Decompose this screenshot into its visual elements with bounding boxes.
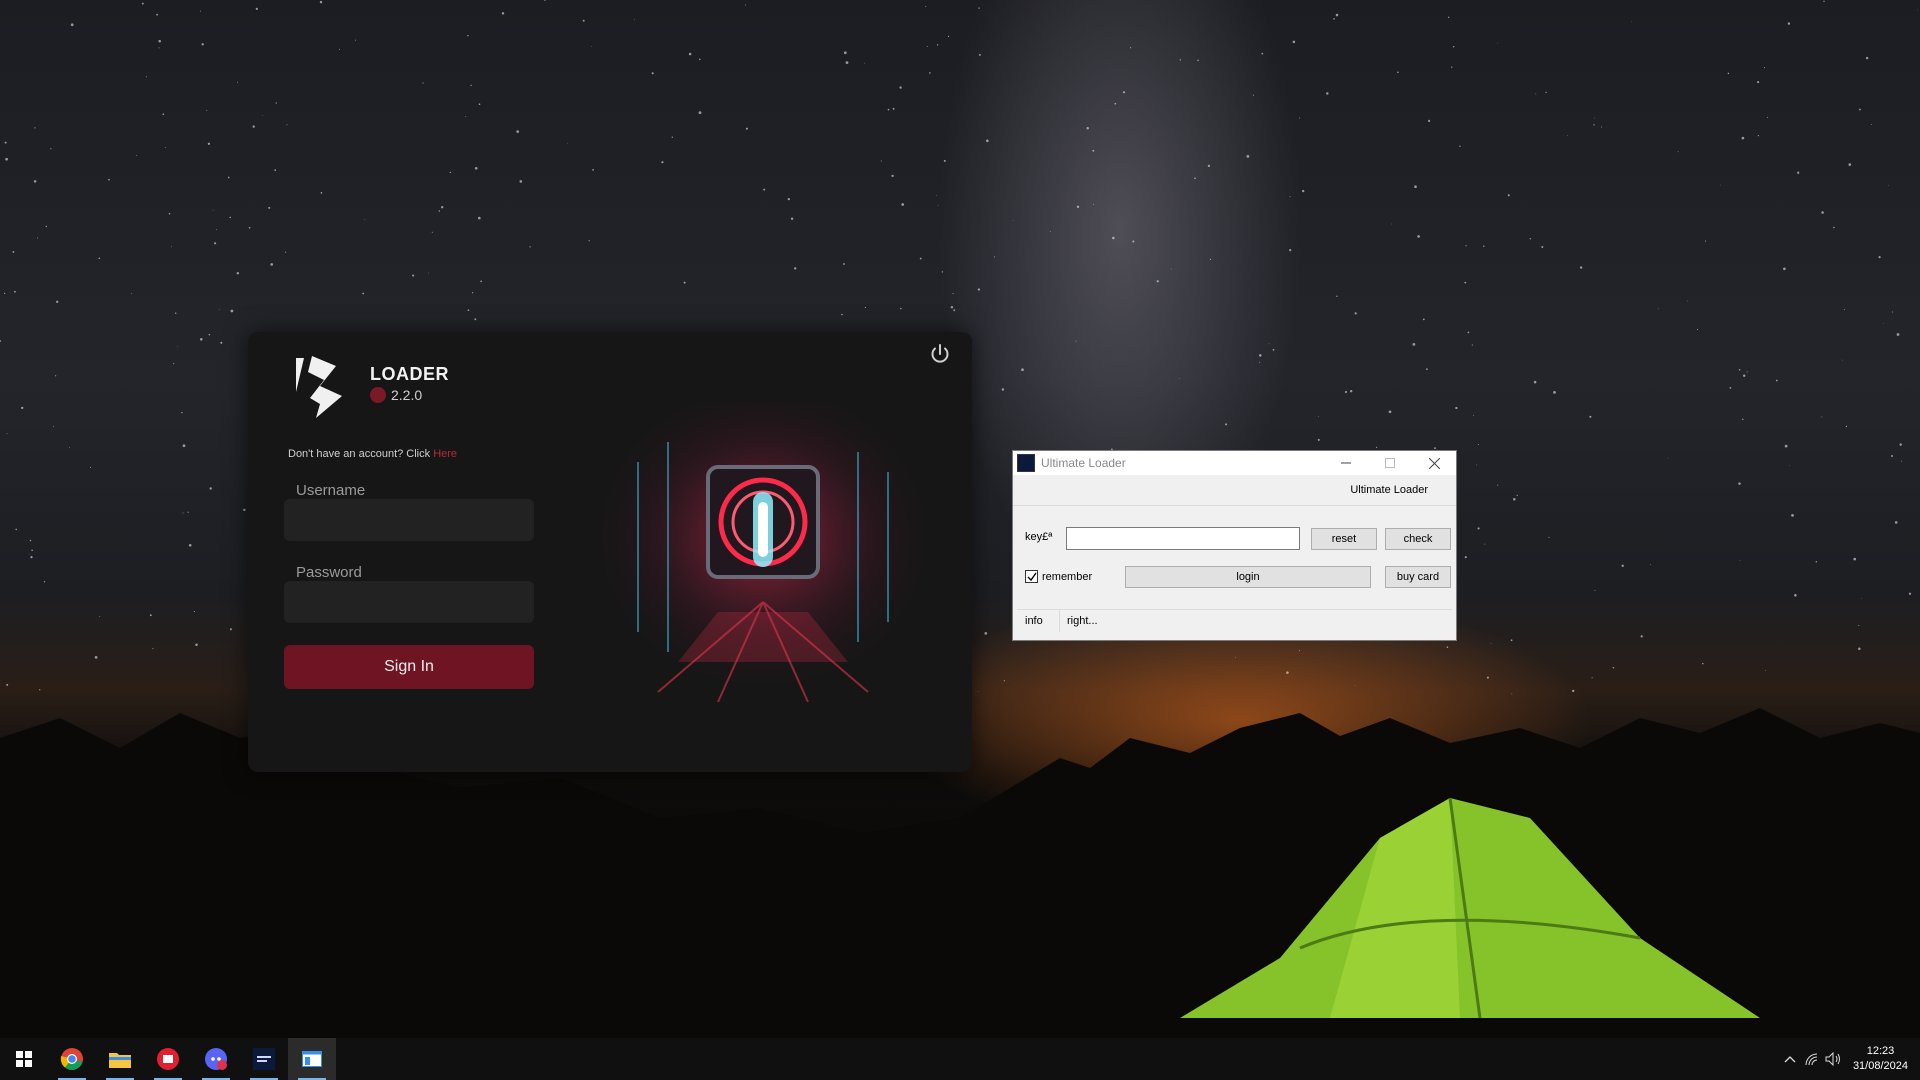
username-input[interactable] [284, 499, 534, 541]
password-label: Password [296, 564, 362, 581]
clock-time: 12:23 [1866, 1045, 1895, 1057]
account-prompt-text: Don't have an account? Click [288, 448, 431, 460]
buy-card-button[interactable]: buy card [1385, 566, 1451, 588]
minimize-button[interactable] [1324, 451, 1368, 475]
password-input[interactable] [284, 581, 534, 623]
clock-date: 31/08/2024 [1852, 1060, 1908, 1072]
sign-in-button[interactable]: Sign In [284, 645, 534, 689]
version-row: 2.2.0 [370, 387, 449, 403]
version-label: 2.2.0 [391, 387, 423, 403]
checkmark-icon [1027, 572, 1037, 581]
loader-title: LOADER [370, 364, 449, 384]
volume-icon[interactable] [1823, 1038, 1845, 1080]
remember-checkbox[interactable] [1025, 570, 1038, 583]
discord-icon [205, 1048, 227, 1070]
status-bar: info right... [1017, 609, 1452, 634]
maximize-icon [1385, 458, 1395, 468]
taskbar-active-window[interactable] [288, 1038, 336, 1080]
header-row: Ultimate Loader [1013, 475, 1456, 506]
windows-start-icon [16, 1051, 32, 1067]
title-bar[interactable]: Ultimate Loader [1013, 451, 1456, 475]
check-button[interactable]: check [1385, 528, 1451, 550]
login-button[interactable]: login [1125, 566, 1371, 588]
taskbar-discord[interactable] [192, 1038, 240, 1080]
account-prompt: Don't have an account? Click Here [288, 448, 457, 460]
key-label: key£ª [1025, 531, 1053, 543]
status-right: right... [1067, 615, 1098, 627]
file-explorer-icon [109, 1053, 131, 1068]
loader-brand: LOADER 2.2.0 [370, 364, 449, 403]
close-button[interactable] [1412, 451, 1456, 475]
header-label: Ultimate Loader [1350, 484, 1428, 496]
remember-label: remember [1042, 571, 1093, 583]
portal-artwork [598, 402, 928, 702]
signup-link[interactable]: Here [433, 448, 457, 460]
taskbar: 12:23 31/08/2024 [0, 1038, 1920, 1080]
loader-logo-icon [296, 356, 342, 418]
loader-app-icon [253, 1048, 275, 1070]
system-tray: 12:23 31/08/2024 [1779, 1038, 1920, 1080]
start-button[interactable] [0, 1038, 48, 1080]
chrome-icon [60, 1048, 83, 1070]
power-icon[interactable] [928, 342, 952, 366]
app-icon [1017, 454, 1035, 472]
clock[interactable]: 12:23 31/08/2024 [1853, 1044, 1908, 1074]
taskbar-chrome[interactable] [48, 1038, 96, 1080]
reset-button[interactable]: reset [1311, 528, 1377, 550]
close-icon [1428, 457, 1440, 469]
taskbar-file-explorer[interactable] [96, 1038, 144, 1080]
red-app-icon [157, 1048, 179, 1070]
active-window-icon [302, 1051, 322, 1067]
taskbar-loader-app[interactable] [240, 1038, 288, 1080]
tray-overflow-chevron-icon[interactable] [1779, 1038, 1801, 1080]
status-info: info [1017, 610, 1060, 632]
version-icon [370, 387, 386, 403]
taskbar-red-app[interactable] [144, 1038, 192, 1080]
loader-window: LOADER 2.2.0 Don't have an account? Clic… [248, 332, 972, 772]
key-input[interactable] [1066, 527, 1300, 550]
network-icon[interactable] [1801, 1038, 1823, 1080]
ultimate-loader-window: Ultimate Loader Ultimate Loader key£ª re… [1012, 450, 1457, 641]
minimize-icon [1341, 462, 1351, 464]
username-label: Username [296, 482, 366, 499]
maximize-button[interactable] [1368, 451, 1412, 475]
window-title: Ultimate Loader [1041, 456, 1126, 470]
